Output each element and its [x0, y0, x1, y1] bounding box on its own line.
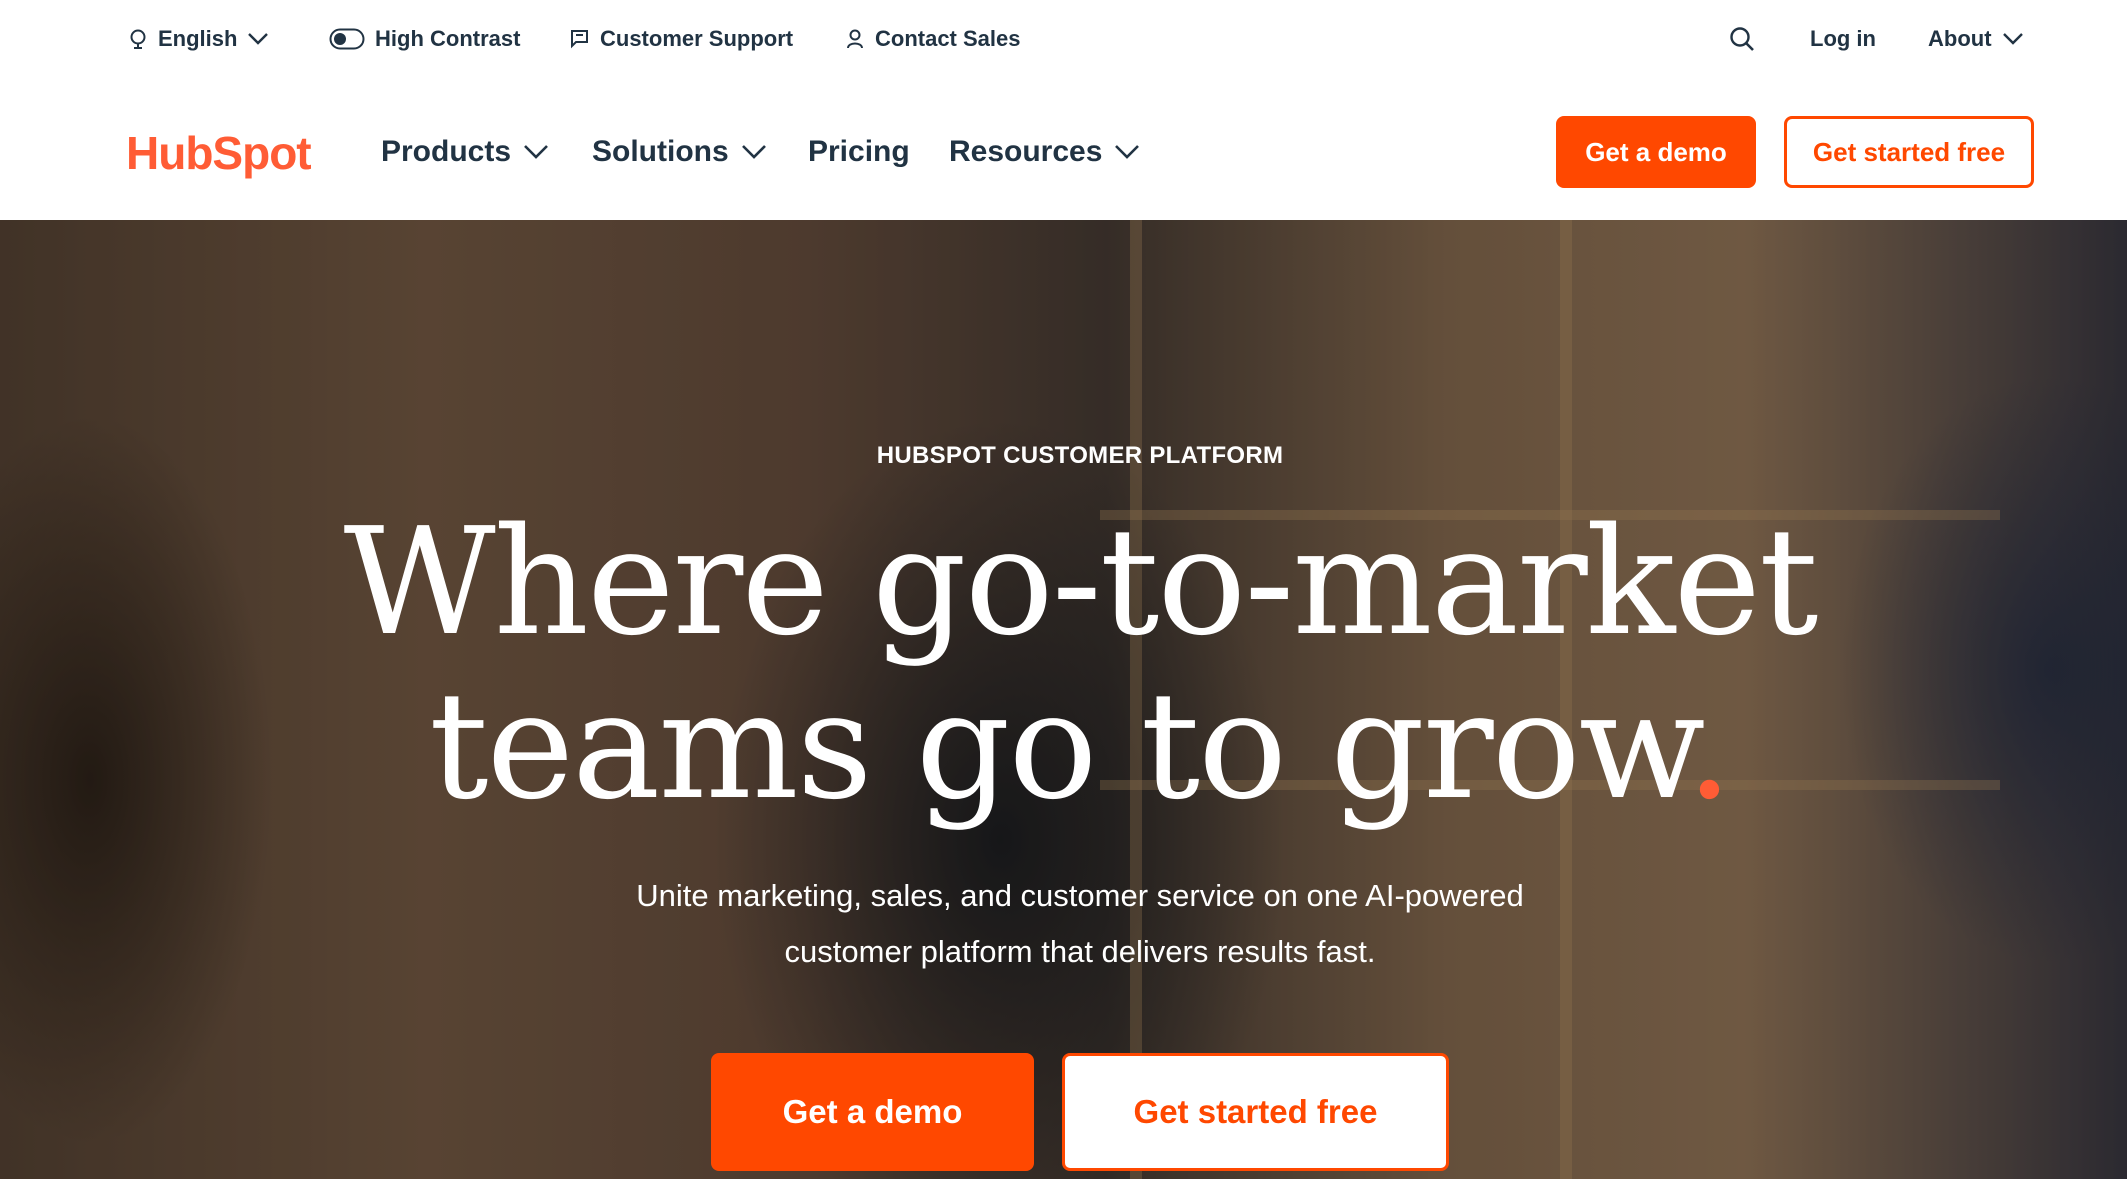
nav-solutions-label: Solutions — [592, 135, 729, 168]
log-in-label: Log in — [1810, 26, 1876, 51]
main-nav: HubSpot Products Solutions Pricing Resou… — [0, 78, 2127, 220]
customer-support-label: Customer Support — [600, 26, 794, 51]
get-demo-button[interactable]: Get a demo — [1556, 116, 1756, 188]
toggle-icon — [329, 28, 365, 50]
get-started-free-button[interactable]: Get started free — [1784, 116, 2034, 188]
hero-subtext: Unite marketing, sales, and customer ser… — [540, 868, 1620, 980]
customer-support-link[interactable]: Customer Support — [568, 22, 793, 56]
about-menu[interactable]: About — [1928, 22, 2024, 56]
chevron-down-icon — [1115, 145, 1140, 159]
log-in-link[interactable]: Log in — [1810, 22, 1876, 56]
contact-sales-link[interactable]: Contact Sales — [845, 22, 1021, 56]
language-selector[interactable]: English — [128, 22, 269, 56]
nav-products[interactable]: Products — [381, 130, 549, 174]
high-contrast-toggle[interactable]: High Contrast — [329, 22, 520, 56]
contact-sales-label: Contact Sales — [875, 26, 1021, 51]
nav-resources-label: Resources — [949, 135, 1103, 168]
search-icon — [1730, 27, 1754, 51]
search-button[interactable] — [1728, 22, 1756, 56]
high-contrast-label: High Contrast — [375, 26, 521, 51]
hero-headline: Where go-to-market teams go to grow. — [0, 500, 2127, 828]
chat-icon — [571, 30, 588, 49]
nav-pricing[interactable]: Pricing — [808, 130, 910, 174]
nav-resources[interactable]: Resources — [949, 130, 1140, 174]
hero-get-started-free-button[interactable]: Get started free — [1062, 1053, 1449, 1171]
nav-solutions[interactable]: Solutions — [592, 130, 767, 174]
hero-eyebrow: HUBSPOT CUSTOMER PLATFORM — [876, 442, 1284, 469]
subtext-line-2: customer platform that delivers results … — [784, 934, 1376, 969]
utility-bar: English High Contrast Customer Support C… — [0, 0, 2127, 78]
chevron-down-icon — [2002, 33, 2023, 45]
language-label: English — [158, 26, 238, 51]
about-label: About — [1928, 26, 1992, 51]
chevron-down-icon — [741, 145, 766, 159]
globe-icon — [130, 29, 146, 49]
person-icon — [847, 29, 863, 49]
subtext-line-1: Unite marketing, sales, and customer ser… — [636, 878, 1524, 913]
headline-accent-dot: . — [1685, 660, 1733, 832]
headline-line-2: teams go to grow — [429, 660, 1688, 832]
nav-products-label: Products — [381, 135, 512, 168]
headline-line-1: Where go-to-market — [343, 496, 1819, 668]
hero-section: HUBSPOT CUSTOMER PLATFORM Where go-to-ma… — [0, 220, 2127, 1179]
chevron-down-icon — [524, 145, 548, 159]
hubspot-logo[interactable]: HubSpot — [126, 124, 312, 182]
hero-get-demo-button[interactable]: Get a demo — [711, 1053, 1034, 1171]
nav-pricing-label: Pricing — [808, 135, 910, 168]
chevron-down-icon — [248, 33, 269, 45]
logo-wordmark: HubSpot — [126, 127, 312, 179]
